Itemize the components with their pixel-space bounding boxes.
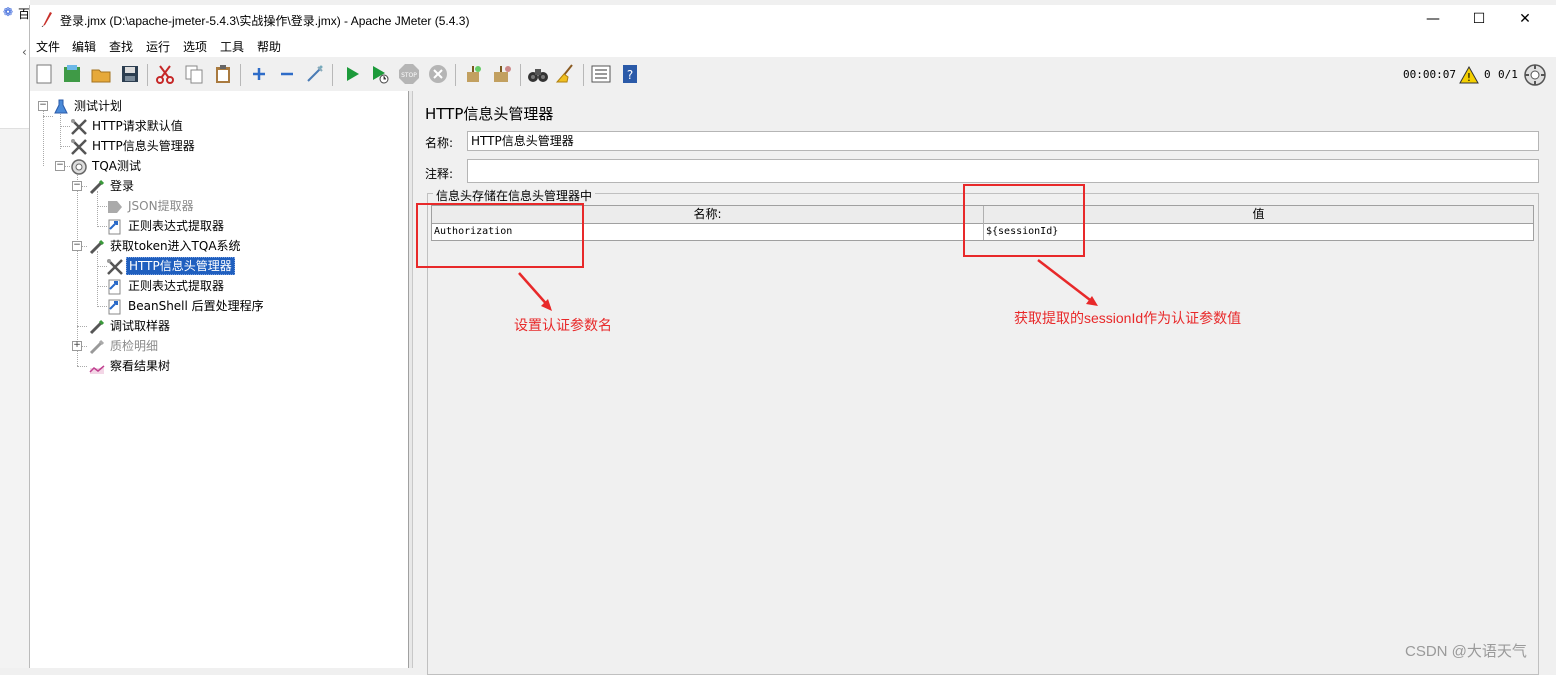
annotation-arrow-right (1037, 259, 1098, 306)
watermark: CSDN @大语天气 (1405, 643, 1527, 660)
annotation-arrows (518, 259, 1098, 311)
annotation-arrow-left (518, 272, 552, 311)
annotation-text-right: 获取提取的sessionId作为认证参数值 (1014, 310, 1242, 326)
annotation-text-left: 设置认证参数名 (514, 317, 612, 333)
